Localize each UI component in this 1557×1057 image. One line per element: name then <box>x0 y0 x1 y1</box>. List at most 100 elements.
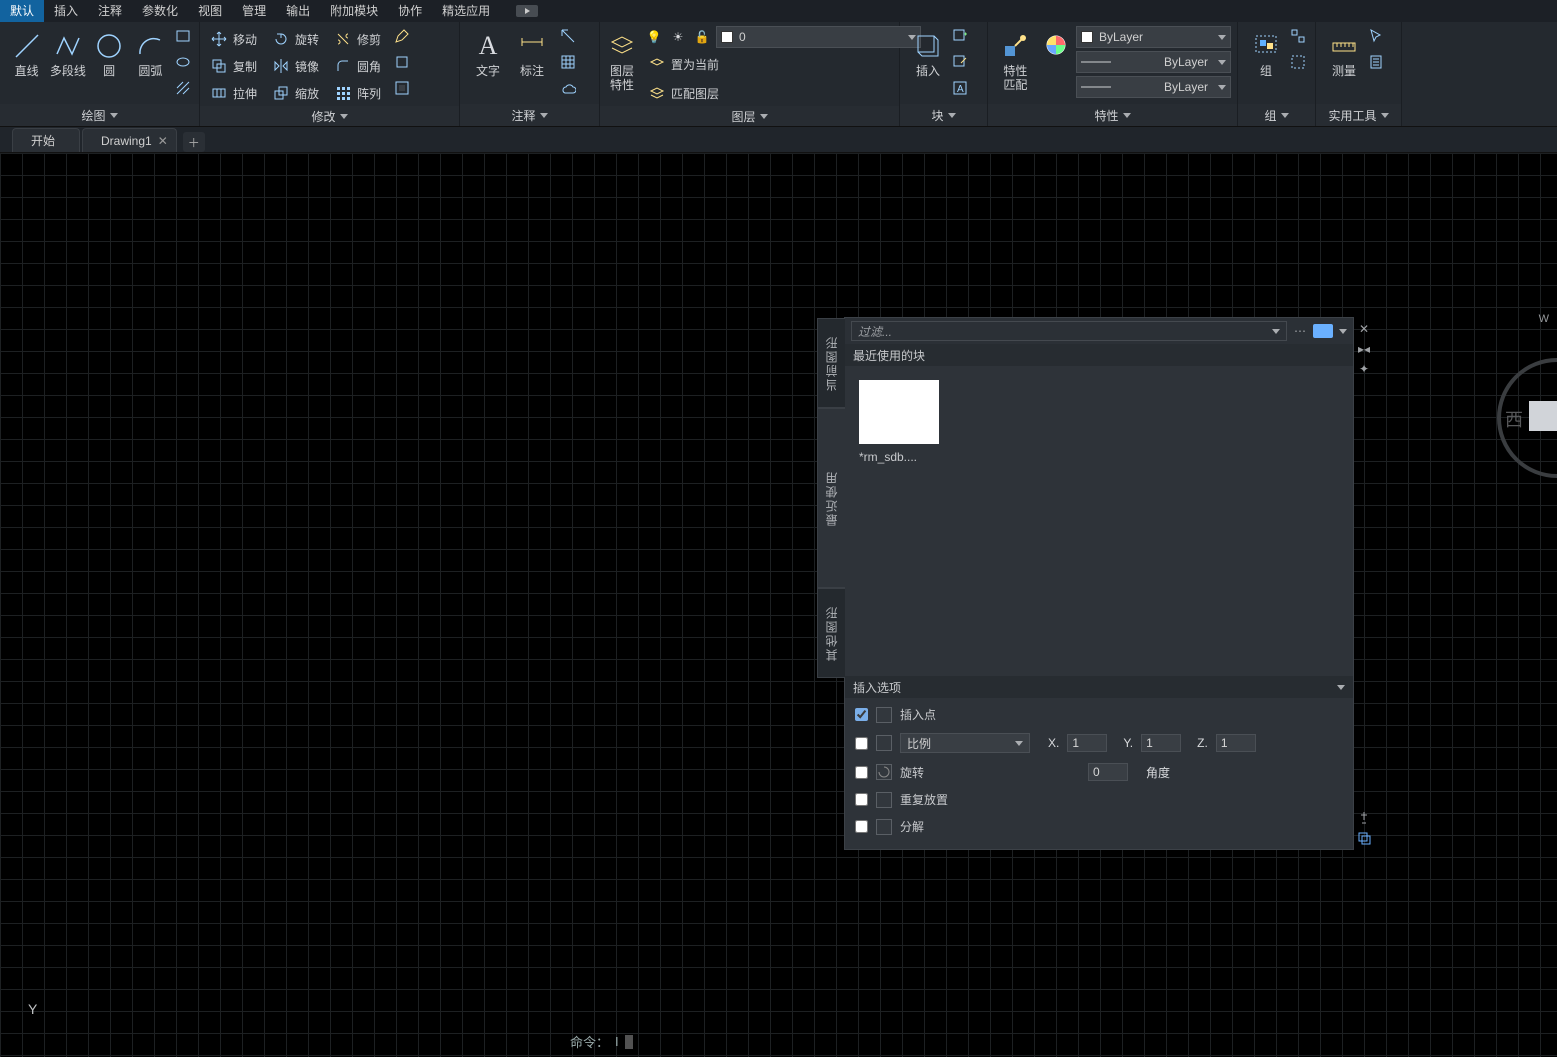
scale-mode-dropdown[interactable]: 比例 <box>900 733 1030 753</box>
tool-polyline[interactable]: 多段线 <box>47 26 88 78</box>
modify-region-icon[interactable] <box>392 78 412 98</box>
explode-checkbox[interactable] <box>855 820 868 833</box>
menu-output[interactable]: 输出 <box>276 0 320 22</box>
close-icon[interactable]: ✕ <box>158 134 170 146</box>
blocks-panel: 当前图形 最近使用 其他图形 ✕ ▸◂ ✦ 过滤... ⋯ 最近使用的块 <box>844 317 1354 850</box>
panel-collapse-icon[interactable]: ▸◂ <box>1357 342 1371 356</box>
tab-drawing1[interactable]: Drawing1 ✕ <box>82 128 177 152</box>
linetype-dropdown[interactable]: ByLayer <box>1076 76 1231 98</box>
collapse-icon[interactable] <box>1337 685 1345 690</box>
view-mode-dropdown-icon[interactable] <box>1339 329 1347 334</box>
block-create-icon[interactable] <box>950 26 970 46</box>
block-attr-icon[interactable]: A <box>950 78 970 98</box>
menu-manage[interactable]: 管理 <box>232 0 276 22</box>
tool-group[interactable]: 组 <box>1244 26 1288 78</box>
color-wheel-icon[interactable] <box>1043 26 1070 56</box>
tool-array[interactable]: 阵列 <box>330 80 386 106</box>
tool-arc[interactable]: 圆弧 <box>130 26 171 78</box>
tool-insert-block[interactable]: 插入 <box>906 26 950 78</box>
drawing-canvas[interactable]: 西 W 命令： I 当前图形 最近使用 其他图形 ✕ ▸◂ ✦ 过滤... <box>0 153 1557 1057</box>
menu-parametric[interactable]: 参数化 <box>132 0 188 22</box>
expand-icon[interactable] <box>340 114 348 119</box>
menu-default[interactable]: 默认 <box>0 0 44 22</box>
leader-icon[interactable] <box>558 26 578 46</box>
expand-icon[interactable] <box>948 113 956 118</box>
command-line[interactable]: 命令： I <box>570 1032 633 1051</box>
menu-annotate[interactable]: 注释 <box>88 0 132 22</box>
menu-insert[interactable]: 插入 <box>44 0 88 22</box>
tool-scale[interactable]: 缩放 <box>268 80 324 106</box>
ungroup-icon[interactable] <box>1288 26 1308 46</box>
tool-dimension[interactable]: 标注 <box>510 26 554 78</box>
rotate-angle-input[interactable] <box>1088 763 1128 781</box>
expand-icon[interactable] <box>110 113 118 118</box>
tool-match-properties[interactable]: 特性 匹配 <box>994 26 1037 92</box>
draw-tool-hatch-icon[interactable] <box>173 78 193 98</box>
tool-text[interactable]: A 文字 <box>466 26 510 78</box>
group-edit-icon[interactable] <box>1288 52 1308 72</box>
menu-view[interactable]: 视图 <box>188 0 232 22</box>
tool-rotate[interactable]: 旋转 <box>268 26 324 52</box>
lineweight-dropdown[interactable]: ByLayer <box>1076 51 1231 73</box>
block-thumbnail <box>859 380 939 444</box>
expand-icon[interactable] <box>540 113 548 118</box>
layer-bulb-icon[interactable]: 💡 <box>644 27 664 47</box>
thumbnail-view-icon[interactable] <box>1313 324 1333 338</box>
block-item-rm_sdb[interactable]: *rm_sdb.... <box>859 380 939 464</box>
view-cube[interactable]: 西 <box>1487 358 1557 498</box>
color-dropdown[interactable]: ByLayer <box>1076 26 1231 48</box>
tool-copy[interactable]: 复制 <box>206 53 262 79</box>
tool-circle[interactable]: 圆 <box>89 26 130 78</box>
scale-checkbox[interactable] <box>855 737 868 750</box>
tab-start[interactable]: 开始 <box>12 128 80 152</box>
insert-point-checkbox[interactable] <box>855 708 868 721</box>
modify-pencil-icon[interactable] <box>392 26 412 46</box>
scale-x-input[interactable] <box>1067 734 1107 752</box>
draw-tool-rect-icon[interactable] <box>173 26 193 46</box>
tool-measure[interactable]: 测量 <box>1322 26 1366 78</box>
scale-y-input[interactable] <box>1141 734 1181 752</box>
side-tab-recent[interactable]: 最近使用 <box>817 408 845 588</box>
expand-icon[interactable] <box>1281 113 1289 118</box>
tool-move[interactable]: 移动 <box>206 26 262 52</box>
panel-utils-title: 实用工具 <box>1328 107 1376 124</box>
menu-collab[interactable]: 协作 <box>388 0 432 22</box>
panel-settings-icon[interactable]: ✦ <box>1357 362 1371 376</box>
draw-tool-ellipse-icon[interactable] <box>173 52 193 72</box>
tool-match-layer[interactable]: 匹配图层 <box>644 80 921 106</box>
tool-fillet[interactable]: 圆角 <box>330 53 386 79</box>
expand-icon[interactable] <box>760 114 768 119</box>
tool-line[interactable]: 直线 <box>6 26 47 78</box>
filter-more-icon[interactable]: ⋯ <box>1293 324 1307 338</box>
block-edit-icon[interactable] <box>950 52 970 72</box>
panel-close-icon[interactable]: ✕ <box>1357 322 1371 336</box>
select-icon[interactable] <box>1366 26 1386 46</box>
rotate-checkbox[interactable] <box>855 766 868 779</box>
repeat-checkbox[interactable] <box>855 793 868 806</box>
expand-icon[interactable] <box>1381 113 1389 118</box>
tool-mirror[interactable]: 镜像 <box>268 53 324 79</box>
layer-dropdown[interactable]: 0 <box>716 26 921 48</box>
modify-block-icon[interactable] <box>392 52 412 72</box>
menu-featured[interactable]: 精选应用 <box>432 0 500 22</box>
new-tab-button[interactable]: ＋ <box>183 132 205 152</box>
tool-trim[interactable]: 修剪 <box>330 26 386 52</box>
menu-addins[interactable]: 附加模块 <box>320 0 388 22</box>
cloud-icon[interactable] <box>558 78 578 98</box>
layer-sun-icon[interactable]: ☀ <box>668 27 688 47</box>
panel-pin-icon[interactable] <box>1357 811 1371 825</box>
scale-z-input[interactable] <box>1216 734 1256 752</box>
side-tab-other-drawing[interactable]: 其他图形 <box>817 588 845 678</box>
tool-stretch[interactable]: 拉伸 <box>206 80 262 106</box>
tool-set-current-layer[interactable]: 置为当前 <box>644 51 921 77</box>
side-tab-current-drawing[interactable]: 当前图形 <box>817 318 845 408</box>
expand-icon[interactable] <box>1123 113 1131 118</box>
tool-layer-properties[interactable]: 图层 特性 <box>606 26 638 92</box>
calc-icon[interactable] <box>1366 52 1386 72</box>
blocks-label-icon[interactable] <box>1357 831 1371 845</box>
table-icon[interactable] <box>558 52 578 72</box>
cube-face[interactable] <box>1529 401 1557 431</box>
app-switcher-icon[interactable] <box>516 5 538 17</box>
layer-lock-icon[interactable]: 🔓 <box>692 27 712 47</box>
filter-dropdown[interactable]: 过滤... <box>851 321 1287 341</box>
